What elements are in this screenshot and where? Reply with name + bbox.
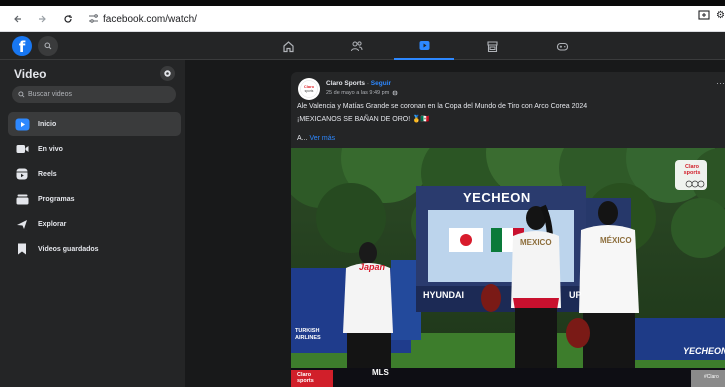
author-avatar[interactable]: Claro sports (298, 78, 320, 100)
post-author-line: Claro Sports · Seguir (326, 80, 391, 87)
browser-actions: ⚙ (698, 10, 725, 21)
video-sidebar: Video Buscar videos Inicio En vivo Reels… (0, 60, 185, 387)
explore-icon (14, 216, 30, 232)
right-hashtag: #Claro (704, 374, 719, 380)
bottom-left-logo: Claro sports (297, 372, 314, 384)
athlete-mid-shirt: MEXICO (520, 238, 552, 247)
athlete-right-shirt: MÉXICO (600, 236, 632, 245)
facebook-header: f (0, 32, 725, 60)
athlete-left-shirt: Japan (359, 262, 386, 272)
post-timestamp[interactable]: 25 de mayo a las 9:49 pm (326, 90, 398, 96)
claro-sports-logo: Claro sports (300, 80, 318, 98)
facebook-logo[interactable]: f (12, 36, 32, 56)
tab-gaming[interactable] (532, 32, 592, 60)
search-icon (18, 91, 25, 98)
left-banner-text: TURKISH AIRLINES (295, 328, 321, 341)
forward-button[interactable] (32, 9, 52, 29)
url-text: facebook.com/watch/ (103, 13, 197, 25)
overflow-icon[interactable]: ⚙ (716, 10, 725, 21)
right-sign: YECHEON (683, 346, 725, 356)
sidebar-item-reels[interactable]: Reels (8, 162, 181, 186)
address-bar[interactable]: facebook.com/watch/ (88, 9, 678, 29)
video-search-input[interactable]: Buscar videos (12, 86, 176, 103)
bottom-label: MLS (372, 368, 389, 377)
video-player[interactable]: YECHEON HYUNDAI UP TURKISH AIRLINES Japa… (291, 148, 725, 387)
watermark-logo: Claro sports (683, 164, 701, 176)
reload-icon (64, 15, 72, 23)
video-post: Claro sports Claro Sports · Seguir 25 de… (291, 72, 725, 387)
follow-button[interactable]: Seguir (371, 80, 391, 87)
sidebar-item-en-vivo[interactable]: En vivo (8, 137, 181, 161)
reload-button[interactable] (58, 9, 78, 29)
post-text-line: ¡MEXICANOS SE BAÑAN DE ORO! 🥇🇲🇽 (297, 116, 430, 123)
sidebar-item-label: En vivo (38, 145, 63, 153)
sidebar-item-label: Programas (38, 195, 75, 203)
tab-friends[interactable] (326, 32, 386, 60)
sidebar-title: Video (14, 67, 47, 81)
facebook-logo-letter: f (18, 38, 26, 56)
cast-icon[interactable] (698, 10, 710, 21)
sidebar-item-inicio[interactable]: Inicio (8, 112, 181, 136)
sidebar-item-label: Inicio (38, 120, 57, 128)
sidebar-item-label: Videos guardados (38, 245, 99, 253)
video-frame (291, 148, 725, 387)
marketplace-icon (486, 40, 498, 52)
board-right-text: UP (569, 290, 582, 300)
arrow-right-icon (39, 15, 46, 23)
search-placeholder: Buscar videos (28, 91, 72, 98)
settings-button[interactable] (160, 66, 175, 81)
post-text-truncated: A... Ver más (297, 135, 335, 142)
sidebar-item-label: Reels (38, 170, 57, 178)
gaming-icon (556, 42, 568, 51)
sidebar-item-label: Explorar (38, 220, 67, 228)
post-text-line: Ale Valencia y Matías Grande se coronan … (297, 103, 588, 110)
site-info-icon[interactable] (88, 13, 99, 25)
tab-watch[interactable] (394, 32, 454, 60)
tab-home[interactable] (258, 32, 318, 60)
arrow-left-icon (14, 15, 21, 23)
post-author-name[interactable]: Claro Sports (326, 80, 365, 87)
see-more-link[interactable]: Ver más (309, 135, 335, 142)
reels-icon (14, 166, 30, 182)
gear-icon (164, 70, 171, 77)
shows-icon (14, 191, 30, 207)
board-bottom-text: HYUNDAI (423, 290, 465, 300)
browser-toolbar: facebook.com/watch/ ⚙ (0, 6, 725, 32)
back-button[interactable] (8, 9, 28, 29)
search-icon (44, 42, 52, 50)
sidebar-item-videos-guardados[interactable]: Videos guardados (8, 237, 181, 261)
watch-icon (419, 40, 429, 50)
sidebar-item-explorar[interactable]: Explorar (8, 212, 181, 236)
globe-icon (392, 90, 398, 96)
home-icon (282, 40, 294, 52)
live-icon (14, 141, 30, 157)
bookmark-icon (14, 241, 30, 257)
post-text-prefix: A... (297, 135, 310, 142)
watch-icon (14, 116, 30, 132)
friends-icon (350, 40, 362, 51)
post-time-text: 25 de mayo a las 9:49 pm (326, 90, 390, 96)
tab-marketplace[interactable] (462, 32, 522, 60)
svg-text:sports: sports (305, 89, 314, 93)
facebook-search-button[interactable] (38, 36, 58, 56)
more-options-icon[interactable]: ··· (716, 78, 725, 88)
scoreboard-title: YECHEON (463, 190, 531, 205)
sidebar-item-programas[interactable]: Programas (8, 187, 181, 211)
